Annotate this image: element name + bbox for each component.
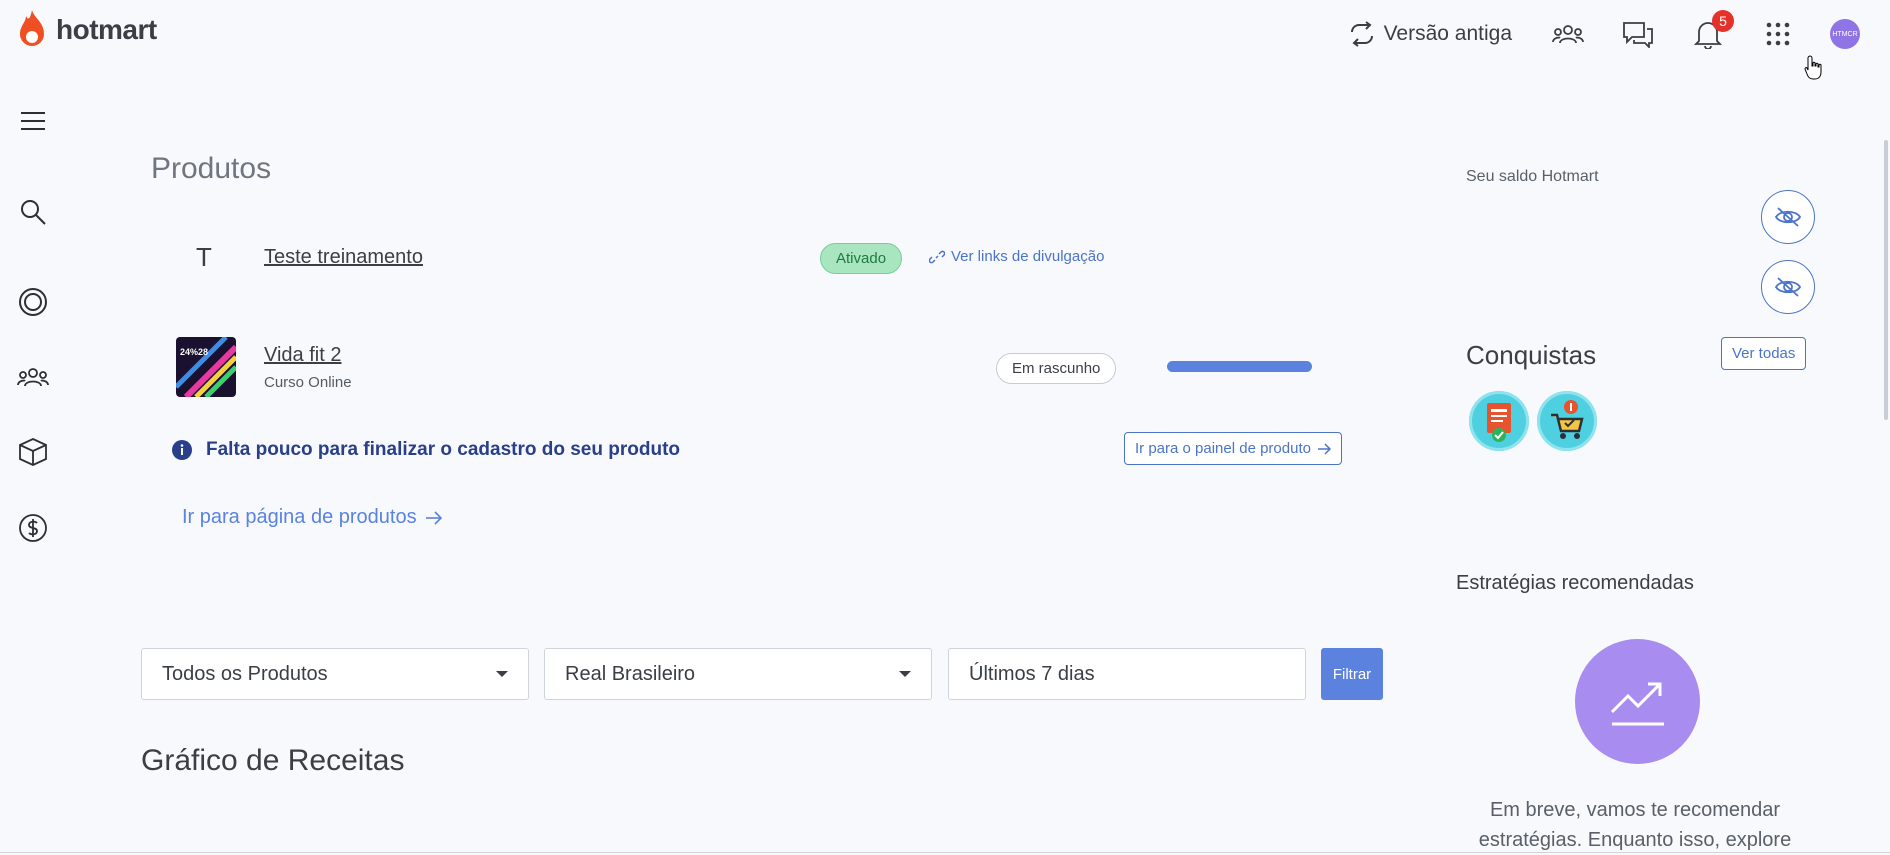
product-name-link[interactable]: Teste treinamento xyxy=(264,246,423,269)
eye-off-icon xyxy=(1774,277,1802,297)
hotmart-logo[interactable]: hotmart xyxy=(14,8,157,52)
switch-arrows-icon xyxy=(1350,21,1373,47)
avatar[interactable]: HTMCR xyxy=(1830,19,1860,49)
community-button[interactable] xyxy=(1550,16,1586,52)
toggle-balance-visibility-button-2[interactable] xyxy=(1761,260,1815,314)
arrow-right-icon xyxy=(1317,442,1331,455)
sidebar-item-products[interactable] xyxy=(12,431,54,473)
product-thumbnail[interactable]: 24%28 xyxy=(176,337,236,397)
caret-down-icon xyxy=(496,671,508,677)
sidebar-item-financial[interactable] xyxy=(12,507,54,549)
status-badge-draft: Em rascunho xyxy=(996,353,1117,384)
menu-toggle[interactable] xyxy=(12,100,54,142)
goto-products-link[interactable]: Ir para página de produtos xyxy=(182,506,443,529)
pointer-cursor-icon xyxy=(1804,55,1822,80)
thumbnail-text: 24%28 xyxy=(180,347,208,357)
hamburger-icon xyxy=(21,112,45,130)
top-toolbar: Versão antiga 5 HTMCR xyxy=(1348,10,1860,54)
status-badge-active: Ativado xyxy=(820,243,903,274)
thumbnail-image: 24%28 xyxy=(176,337,236,397)
goto-products-label: Ir para página de produtos xyxy=(182,506,417,528)
info-icon xyxy=(172,440,192,460)
view-links-button[interactable]: Ver links de divulgação xyxy=(929,248,1104,265)
trending-up-icon xyxy=(1610,682,1664,725)
dollar-icon xyxy=(19,514,47,542)
users-icon xyxy=(1552,25,1584,44)
users-icon xyxy=(17,368,49,387)
apps-button[interactable] xyxy=(1760,16,1796,52)
filter-button[interactable]: Filtrar xyxy=(1321,648,1383,700)
product-progress-bar xyxy=(1167,361,1312,372)
product-initial: T xyxy=(196,242,212,272)
grid-icon xyxy=(1766,22,1790,46)
strategies-illustration xyxy=(1575,639,1700,764)
old-version-label: Versão antiga xyxy=(1383,22,1512,45)
link-icon xyxy=(929,250,945,263)
notice-text: Falta pouco para finalizar o cadastro do… xyxy=(206,439,681,460)
product-filter-value: Todos os Produtos xyxy=(162,662,328,685)
sidebar-search[interactable] xyxy=(12,191,54,233)
scrollbar[interactable] xyxy=(1884,140,1888,420)
search-icon xyxy=(21,200,46,225)
arrow-right-icon xyxy=(425,510,442,525)
product-name-link[interactable]: Vida fit 2 xyxy=(264,344,341,367)
view-links-label: Ver links de divulgação xyxy=(951,248,1105,265)
caret-down-icon xyxy=(899,671,911,677)
chat-icon xyxy=(1623,22,1653,48)
cart-icon xyxy=(1551,400,1584,439)
eye-off-icon xyxy=(1774,207,1802,227)
achievement-badge-first-sale[interactable] xyxy=(1537,391,1597,451)
balance-label: Seu saldo Hotmart xyxy=(1466,168,1599,185)
sidebar-item-clients[interactable] xyxy=(12,356,54,398)
achievement-badge-certificate[interactable] xyxy=(1469,391,1529,451)
flame-icon xyxy=(20,10,44,46)
achievements-title: Conquistas xyxy=(1466,340,1597,370)
currency-filter-select[interactable]: Real Brasileiro xyxy=(544,648,932,700)
certificate-icon xyxy=(1487,403,1511,442)
revenue-chart-title: Gráfico de Receitas xyxy=(141,744,405,777)
product-type: Curso Online xyxy=(264,374,352,391)
product-notice: Falta pouco para finalizar o cadastro do… xyxy=(172,439,680,461)
currency-filter-value: Real Brasileiro xyxy=(565,662,696,685)
messages-button[interactable] xyxy=(1620,16,1656,52)
product-filter-select[interactable]: Todos os Produtos xyxy=(141,648,529,700)
logo-text: hotmart xyxy=(56,14,157,45)
strategies-text: Em breve, vamos te recomendar estratégia… xyxy=(1478,799,1792,851)
period-filter-value: Últimos 7 dias xyxy=(969,662,1095,685)
period-filter-input[interactable]: Últimos 7 dias xyxy=(948,648,1306,700)
old-version-button[interactable]: Versão antiga xyxy=(1348,21,1512,47)
strategies-title: Estratégias recomendadas xyxy=(1456,572,1694,594)
view-all-achievements-button[interactable]: Ver todas xyxy=(1721,337,1807,370)
toggle-balance-visibility-button[interactable] xyxy=(1761,190,1815,244)
products-title: Produtos xyxy=(151,152,272,185)
product-panel-button[interactable]: Ir para o painel de produto xyxy=(1124,432,1342,465)
sidebar-item-overview[interactable] xyxy=(12,281,54,323)
product-panel-label: Ir para o painel de produto xyxy=(1135,440,1311,457)
notifications-button[interactable]: 5 xyxy=(1690,10,1734,52)
target-icon xyxy=(19,288,47,316)
box-icon xyxy=(19,438,47,466)
notification-badge: 5 xyxy=(1712,10,1734,32)
